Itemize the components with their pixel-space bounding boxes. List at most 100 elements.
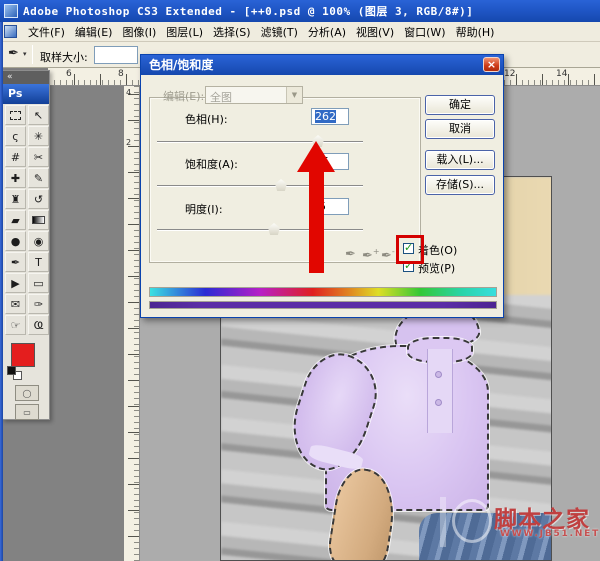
sample-size-dropdown[interactable] — [94, 46, 138, 64]
menu-image[interactable]: 图像(I) — [117, 22, 161, 42]
edit-label: 编辑(E): — [163, 88, 204, 104]
clone-stamp-tool[interactable]: ♜ — [5, 189, 26, 209]
pen-tool[interactable]: ✒ — [5, 252, 26, 272]
mini-foreground-swatch[interactable] — [7, 366, 16, 375]
shape-tool[interactable]: ▭ — [28, 273, 49, 293]
window-left-border — [0, 22, 3, 561]
magic-wand-icon: ✳ — [34, 130, 43, 143]
brush-icon: ✎ — [34, 172, 43, 185]
dialog-title[interactable]: 色相/饱和度 — [141, 55, 503, 75]
cancel-button[interactable]: 取消 — [425, 119, 495, 139]
move-icon: ↖ — [34, 109, 43, 122]
blur-tool[interactable]: ● — [5, 231, 26, 251]
menu-view[interactable]: 视图(V) — [351, 22, 399, 42]
menu-layer[interactable]: 图层(L) — [161, 22, 208, 42]
title-bar[interactable]: Adobe Photoshop CS3 Extended - [++0.psd … — [0, 0, 600, 22]
annotation-arrow-head — [297, 141, 335, 172]
shape-icon: ▭ — [33, 277, 43, 290]
menu-edit[interactable]: 编辑(E) — [70, 22, 118, 42]
v-ruler-label: 4 — [126, 88, 131, 97]
tool-preset-arrow-icon[interactable]: ▾ — [23, 50, 27, 58]
notes-icon: ✉ — [11, 298, 20, 311]
slice-icon: ✂ — [34, 151, 43, 164]
lightness-label: 明度(I): — [185, 201, 223, 217]
healing-brush-icon: ✚ — [11, 172, 20, 185]
lasso-icon: ς — [12, 130, 18, 143]
shirt-button — [435, 399, 442, 406]
saturation-slider-track[interactable] — [157, 185, 363, 187]
menu-bar: 文件(F) 编辑(E) 图像(I) 图层(L) 选择(S) 滤镜(T) 分析(A… — [0, 22, 600, 42]
rect-marquee-tool[interactable] — [5, 105, 26, 125]
brush-tool[interactable]: ✎ — [28, 168, 49, 188]
dodge-tool[interactable]: ◉ — [28, 231, 49, 251]
toolbox-palette: « Ps ↖ ς ✳ # ✂ ✚ ✎ ♜ ↺ ▰ ● ◉ ✒ T ▶ ▭ ✉ ✑… — [2, 70, 50, 420]
photoshop-logo: Ps — [3, 84, 49, 104]
document-icon[interactable] — [4, 25, 17, 38]
gradient-tool[interactable] — [28, 210, 49, 230]
shirt-button — [435, 371, 442, 378]
zoom-tool[interactable]: Ҩ — [28, 315, 49, 335]
hue-input[interactable]: 262 — [311, 108, 349, 125]
v-ruler-label: 2 — [126, 138, 131, 147]
type-tool[interactable]: T — [28, 252, 49, 272]
eyedropper-subtract-icon[interactable]: ✒- — [381, 247, 395, 263]
hue-value: 262 — [315, 110, 336, 123]
menu-help[interactable]: 帮助(H) — [451, 22, 500, 42]
options-divider — [32, 45, 33, 64]
crop-icon: # — [11, 151, 20, 164]
menu-file[interactable]: 文件(F) — [23, 22, 70, 42]
slice-tool[interactable]: ✂ — [28, 147, 49, 167]
menu-analysis[interactable]: 分析(A) — [303, 22, 351, 42]
menu-select[interactable]: 选择(S) — [208, 22, 256, 42]
sample-size-label: 取样大小: — [40, 49, 88, 65]
lasso-tool[interactable]: ς — [5, 126, 26, 146]
path-selection-tool[interactable]: ▶ — [5, 273, 26, 293]
eyedropper-add-icon[interactable]: ✒+ — [362, 247, 380, 263]
annotation-highlight-box — [396, 235, 424, 264]
healing-brush-tool[interactable]: ✚ — [5, 168, 26, 188]
eyedropper-tool[interactable]: ✑ — [28, 294, 49, 314]
chevron-down-icon: ▼ — [286, 87, 302, 103]
gradient-icon — [32, 216, 45, 224]
menu-window[interactable]: 窗口(W) — [399, 22, 450, 42]
app-icon — [4, 4, 18, 18]
ok-button[interactable]: 确定 — [425, 95, 495, 115]
watermark-logo-icon — [452, 499, 492, 543]
eraser-icon: ▰ — [11, 214, 19, 227]
clone-stamp-icon: ♜ — [11, 193, 21, 206]
toolbox-collapse-button[interactable]: « — [3, 71, 49, 84]
screen-mode-button[interactable]: ▭ — [15, 404, 39, 420]
hand-tool[interactable]: ☞ — [5, 315, 26, 335]
dodge-icon: ◉ — [34, 235, 44, 248]
path-selection-icon: ▶ — [11, 277, 19, 290]
saturation-label: 饱和度(A): — [185, 156, 238, 172]
pen-icon: ✒ — [11, 256, 20, 269]
history-brush-tool[interactable]: ↺ — [28, 189, 49, 209]
save-button[interactable]: 存储(S)... — [425, 175, 495, 195]
h-ruler-label: 12 — [504, 69, 515, 79]
eyedropper-tool-icon[interactable]: ✒ — [8, 46, 19, 61]
edit-dropdown[interactable]: 全图 ▼ — [205, 86, 303, 104]
watermark-site-url: WWW.JB51.NET — [500, 529, 600, 539]
eyedropper-icon: ✑ — [34, 298, 43, 311]
h-ruler-label: 8 — [118, 69, 124, 79]
quick-mask-button[interactable]: ◯ — [15, 385, 39, 401]
vertical-ruler[interactable]: 4 2 — [124, 68, 140, 561]
h-ruler-label: 14 — [556, 69, 567, 79]
lightness-slider-track[interactable] — [157, 229, 363, 231]
crop-tool[interactable]: # — [5, 147, 26, 167]
foreground-color-swatch[interactable] — [11, 343, 35, 367]
hue-spectrum-bar — [149, 287, 497, 297]
eyedropper-sample-icon[interactable]: ✒ — [345, 247, 356, 262]
load-button[interactable]: 载入(L)... — [425, 150, 495, 170]
magic-wand-tool[interactable]: ✳ — [28, 126, 49, 146]
move-tool[interactable]: ↖ — [28, 105, 49, 125]
blur-icon: ● — [11, 235, 21, 248]
rect-marquee-icon — [10, 111, 21, 120]
close-icon[interactable]: × — [483, 57, 500, 72]
menu-filter[interactable]: 滤镜(T) — [256, 22, 303, 42]
hue-label: 色相(H): — [185, 111, 228, 127]
eraser-tool[interactable]: ▰ — [5, 210, 26, 230]
result-color-bar — [149, 301, 497, 309]
notes-tool[interactable]: ✉ — [5, 294, 26, 314]
